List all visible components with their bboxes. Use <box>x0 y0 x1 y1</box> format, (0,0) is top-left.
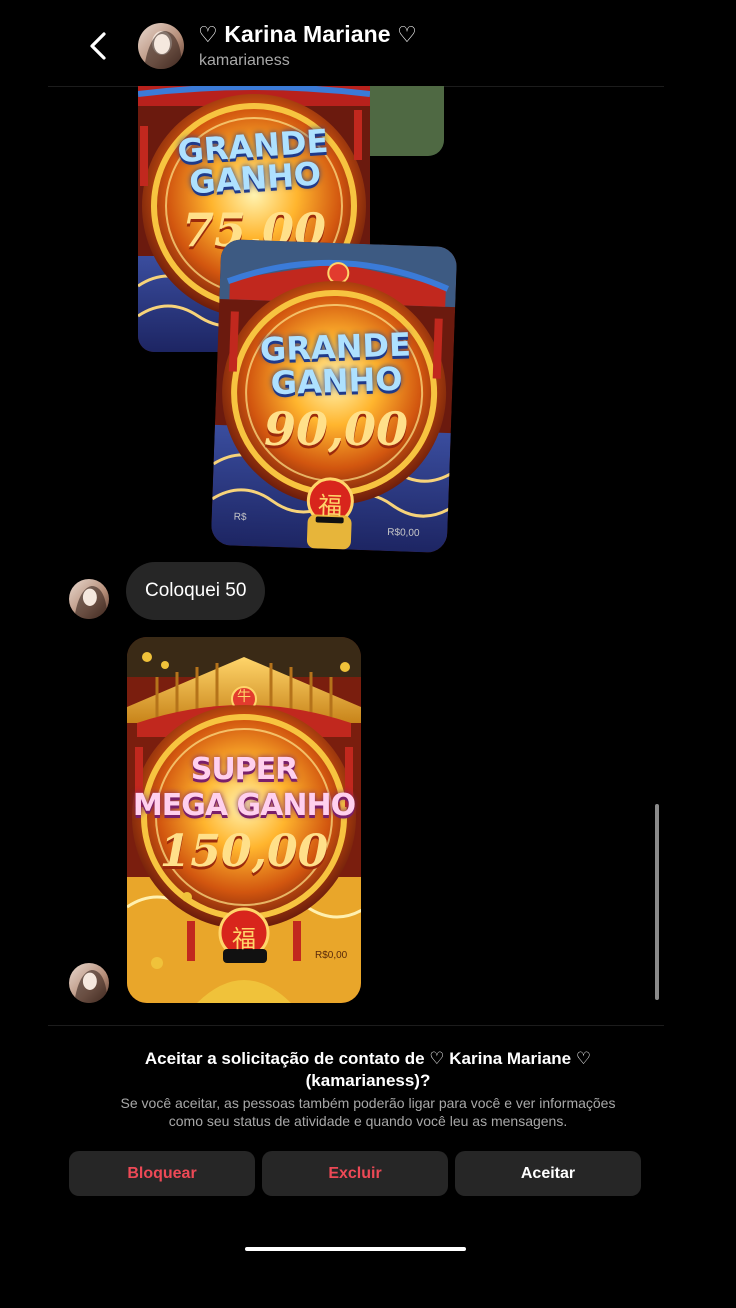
accept-button[interactable]: Aceitar <box>455 1151 641 1196</box>
avatar[interactable] <box>69 579 109 619</box>
chat-header: ♡ Karina Mariane ♡ kamarianess <box>0 0 736 86</box>
request-title: Aceitar a solicitação de contato de ♡ Ka… <box>144 1049 592 1090</box>
block-button[interactable]: Bloquear <box>69 1151 255 1196</box>
win-title: SUPER MEGA GANHO <box>132 752 356 823</box>
win-title: GRANDE GANHO <box>259 325 412 403</box>
scrollbar[interactable] <box>655 804 659 1000</box>
contact-display-name: Karina Mariane <box>224 21 391 47</box>
chat-screen: ♡ Karina Mariane ♡ kamarianess GRANDE GA… <box>0 0 736 1308</box>
contact-username[interactable]: kamarianess <box>199 52 290 70</box>
home-indicator[interactable] <box>245 1247 466 1251</box>
chevron-left-icon <box>90 32 106 60</box>
heart-icon: ♡ <box>397 22 417 47</box>
win-amount: 90,00 <box>263 402 409 456</box>
fortune-charm: 福 <box>232 926 256 953</box>
fortune-charm: 福 <box>317 492 343 521</box>
heart-icon: ♡ <box>198 22 218 47</box>
divider <box>48 1025 664 1026</box>
avatar[interactable] <box>138 23 184 69</box>
delete-button[interactable]: Excluir <box>262 1151 448 1196</box>
back-button[interactable] <box>78 24 118 68</box>
win-amount: 150,00 <box>159 826 329 877</box>
contact-name[interactable]: ♡ Karina Mariane ♡ <box>198 21 417 48</box>
avatar[interactable] <box>69 963 109 1003</box>
request-description: Se você aceitar, as pessoas também poder… <box>120 1095 616 1129</box>
message-bubble[interactable]: Coloquei 50 <box>126 562 266 620</box>
